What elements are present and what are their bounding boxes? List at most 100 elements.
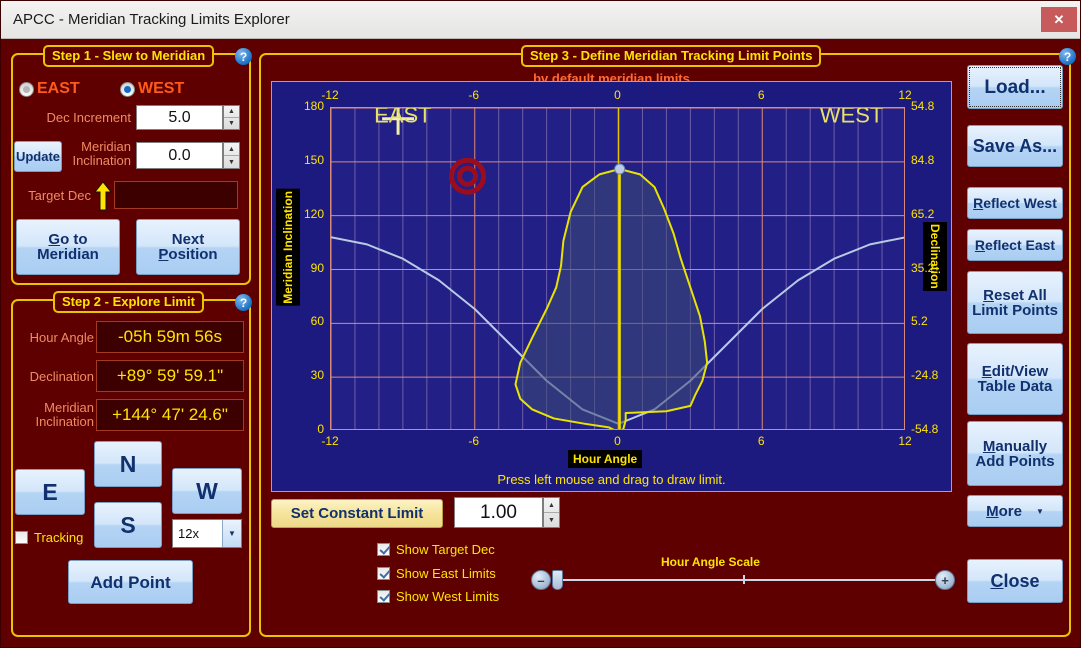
chart-xtick-top-2: 0: [614, 88, 621, 102]
meridian-inclination-stepper[interactable]: ▲ ▼: [223, 142, 240, 169]
edit-view-table-data-button[interactable]: Edit/View Table Data: [967, 343, 1063, 415]
step2-meridian-label-line2: Inclination: [35, 414, 94, 429]
radio-east[interactable]: EAST: [19, 80, 80, 98]
constant-limit-up-arrow[interactable]: ▲: [544, 498, 559, 513]
chart-xtick-top-4: 12: [898, 88, 912, 102]
title-bar: APCC - Meridian Tracking Limits Explorer…: [1, 1, 1080, 39]
add-point-button[interactable]: Add Point: [68, 560, 193, 604]
chart-xtick-bottom-2: 0: [614, 434, 621, 448]
declination-label: Declination: [29, 369, 94, 384]
chart-plot-area[interactable]: EAST WEST: [330, 107, 905, 430]
chart-ytick-left-5: 150: [303, 152, 324, 167]
reflect-east-button[interactable]: Reflect East: [967, 229, 1063, 261]
meridian-inclination-down-arrow[interactable]: ▼: [224, 156, 239, 168]
nudge-west-button[interactable]: W: [172, 468, 242, 514]
next-position-button[interactable]: Next Position: [136, 219, 240, 275]
declination-value: +89° 59' 59.1": [96, 360, 244, 392]
chart-ytick-left-6: 180: [303, 99, 324, 113]
show-target-dec-checkbox[interactable]: Show Target Dec: [377, 542, 495, 557]
app-window: APCC - Meridian Tracking Limits Explorer…: [0, 0, 1081, 648]
chart-ytick-right-2: 65.2: [911, 206, 935, 221]
hour-angle-scale-plus-button[interactable]: +: [935, 570, 955, 590]
step1-help-icon[interactable]: ?: [235, 48, 252, 65]
set-constant-limit-button[interactable]: Set Constant Limit: [271, 499, 443, 528]
chart-svg: EAST WEST: [331, 108, 904, 429]
hour-angle-scale-center-tick: [743, 575, 745, 584]
constant-limit-down-arrow[interactable]: ▼: [544, 513, 559, 527]
show-west-limits-label: Show West Limits: [396, 589, 500, 604]
radio-west-label: WEST: [138, 80, 185, 97]
slew-rate-combobox[interactable]: 12x ▼: [172, 519, 242, 548]
target-dec-value[interactable]: [114, 181, 238, 209]
chart-ytick-left-4: 120: [303, 206, 324, 221]
target-dec-label: Target Dec: [28, 188, 91, 203]
chart-ytick-left-0: 0: [317, 422, 324, 436]
dec-increment-down-arrow[interactable]: ▼: [224, 118, 239, 129]
chevron-down-icon[interactable]: ▼: [222, 520, 241, 547]
reflect-west-button[interactable]: Reflect West: [967, 187, 1063, 219]
nudge-north-button[interactable]: N: [94, 441, 162, 487]
window-close-button[interactable]: ✕: [1041, 7, 1077, 32]
nudge-east-button[interactable]: E: [15, 469, 85, 515]
chart-ytick-left-3: 90: [310, 260, 324, 275]
chart-hint: Press left mouse and drag to draw limit.: [497, 472, 726, 487]
chart-xtick-bottom-3: 6: [757, 434, 765, 448]
hour-angle-scale-track[interactable]: [553, 579, 941, 581]
hour-angle-scale-thumb[interactable]: [552, 570, 563, 590]
step3-help-icon[interactable]: ?: [1059, 48, 1076, 65]
next-position-line2: Position: [158, 246, 218, 263]
nudge-south-button[interactable]: S: [94, 502, 162, 548]
meridian-limit-chart[interactable]: Meridian Inclination Declination Hour An…: [271, 81, 952, 492]
chart-ytick-right-1: 84.8: [911, 152, 935, 167]
show-east-limits-checkbox-box: [377, 567, 390, 580]
goto-meridian-button[interactable]: Go to Meridian: [16, 219, 120, 275]
constant-limit-input[interactable]: 1.00: [454, 497, 543, 528]
show-target-dec-checkbox-box: [377, 543, 390, 556]
meridian-inclination-input[interactable]: 0.0: [136, 142, 223, 169]
chart-ytick-right-4: 5.2: [911, 314, 928, 329]
meridian-inclination-up-arrow[interactable]: ▲: [224, 143, 239, 156]
window-title: APCC - Meridian Tracking Limits Explorer: [13, 11, 290, 28]
hour-angle-label: Hour Angle: [29, 330, 94, 345]
step2-legend: Step 2 - Explore Limit: [53, 291, 204, 313]
step2-help-icon[interactable]: ?: [235, 294, 252, 311]
chart-xtick-bottom-4: 12: [898, 434, 912, 448]
show-west-limits-checkbox[interactable]: Show West Limits: [377, 589, 499, 604]
save-as-button[interactable]: Save As...: [967, 125, 1063, 167]
dec-increment-input[interactable]: 5.0: [136, 105, 223, 130]
target-dec-arrow-icon: [93, 181, 113, 211]
manually-add-points-button[interactable]: Manually Add Points: [967, 421, 1063, 486]
dec-increment-stepper[interactable]: ▲ ▼: [223, 105, 240, 130]
chart-ytick-right-0: 54.8: [911, 99, 935, 113]
reset-all-limit-points-button[interactable]: Reset All Limit Points: [967, 271, 1063, 334]
meridian-inclination-label-line2: Inclination: [72, 153, 131, 168]
close-button[interactable]: Close: [967, 559, 1063, 603]
chart-region-label-east: EAST: [374, 108, 431, 127]
dec-increment-label: Dec Increment: [46, 110, 131, 125]
show-west-limits-checkbox-box: [377, 590, 390, 603]
show-east-limits-checkbox[interactable]: Show East Limits: [377, 566, 496, 581]
step2-meridian-label-line1: Meridian: [44, 400, 94, 415]
dec-increment-up-arrow[interactable]: ▲: [224, 106, 239, 118]
chart-ytick-left-2: 60: [310, 314, 324, 329]
show-east-limits-label: Show East Limits: [396, 566, 496, 581]
chart-ytick-right-6: -54.8: [911, 422, 939, 436]
chart-xtick-top-3: 6: [757, 88, 765, 102]
meridian-inclination-label-line1: Meridian: [81, 139, 131, 154]
step2-meridian-inclination-value: +144° 47' 24.6": [96, 399, 244, 431]
load-button[interactable]: Load...: [967, 65, 1063, 109]
hour-angle-value: -05h 59m 56s: [96, 321, 244, 353]
step3-legend: Step 3 - Define Meridian Tracking Limit …: [521, 45, 822, 67]
chart-region-label-west: WEST: [820, 108, 884, 127]
hour-angle-scale-minus-button[interactable]: –: [531, 570, 551, 590]
tracking-checkbox-box: [15, 531, 28, 544]
radio-west[interactable]: WEST: [120, 80, 184, 98]
more-chevron-down-icon: ▼: [1035, 506, 1044, 516]
show-target-dec-label: Show Target Dec: [396, 542, 495, 557]
constant-limit-stepper[interactable]: ▲ ▼: [543, 497, 560, 528]
more-button[interactable]: More ▼: [967, 495, 1063, 527]
chart-ytick-right-3: 35.2: [911, 260, 935, 275]
chart-y2label: Declination: [923, 222, 947, 291]
chart-xlabel: Hour Angle: [568, 450, 643, 468]
tracking-checkbox[interactable]: Tracking: [15, 530, 83, 545]
